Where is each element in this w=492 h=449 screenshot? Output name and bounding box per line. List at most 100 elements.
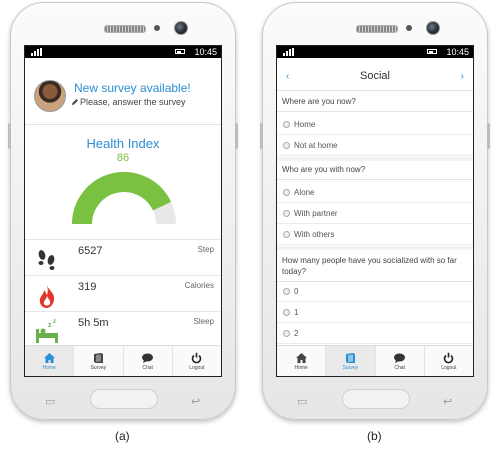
option-label: Home bbox=[294, 120, 316, 129]
back-softkey[interactable]: ↩ bbox=[191, 395, 200, 408]
nav-survey[interactable]: Survey bbox=[74, 346, 124, 376]
menu-softkey[interactable]: ▭ bbox=[45, 395, 55, 408]
metric-label-steps: Step bbox=[197, 245, 214, 254]
radio-button[interactable] bbox=[283, 189, 290, 197]
front-camera bbox=[426, 21, 440, 35]
option-label: 0 bbox=[294, 287, 299, 296]
bottom-nav: Home Survey Chat Logout bbox=[277, 345, 473, 376]
metric-row-steps: 6527 Step bbox=[25, 239, 221, 276]
option-with-partner[interactable]: With partner bbox=[277, 204, 473, 224]
option-label: Not at home bbox=[294, 141, 338, 150]
radio-button[interactable] bbox=[283, 309, 290, 317]
metric-value-calories: 319 bbox=[78, 281, 97, 293]
radio-button[interactable] bbox=[283, 142, 290, 150]
option-not-at-home[interactable]: Not at home bbox=[277, 136, 473, 156]
footprints-icon bbox=[38, 250, 55, 270]
notification-title: New survey available! bbox=[74, 81, 191, 95]
nav-chat-label: Chat bbox=[394, 364, 405, 371]
option-alone[interactable]: Alone bbox=[277, 183, 473, 203]
radio-button[interactable] bbox=[283, 288, 290, 296]
hardware-home-button[interactable] bbox=[342, 389, 410, 409]
book-icon bbox=[345, 352, 355, 363]
status-bar: 10:45 bbox=[277, 46, 473, 58]
nav-survey-label: Survey bbox=[342, 364, 359, 371]
next-section-button[interactable]: › bbox=[461, 71, 464, 82]
svg-text:z: z bbox=[53, 319, 56, 325]
option-label: Alone bbox=[294, 188, 315, 197]
power-icon bbox=[444, 352, 454, 363]
option-label: With partner bbox=[294, 209, 338, 218]
option-count-0[interactable]: 0 bbox=[277, 282, 473, 302]
nav-logout[interactable]: Logout bbox=[425, 346, 473, 376]
speaker-grille bbox=[356, 25, 398, 33]
radio-button[interactable] bbox=[283, 231, 290, 239]
nav-home-label: Home bbox=[294, 364, 308, 371]
gauge-fill bbox=[72, 172, 172, 225]
section-divider bbox=[277, 246, 473, 250]
radio-button[interactable] bbox=[283, 210, 290, 218]
chat-icon bbox=[394, 353, 406, 363]
nav-home[interactable]: Home bbox=[277, 346, 327, 376]
nav-home-label: Home bbox=[42, 364, 56, 371]
power-side-button bbox=[235, 123, 238, 149]
nav-logout-label: Logout bbox=[441, 364, 457, 371]
metric-value-steps: 6527 bbox=[78, 245, 103, 257]
nav-logout[interactable]: Logout bbox=[173, 346, 221, 376]
notification-subtitle: Please, answer the survey bbox=[71, 97, 186, 107]
bed-sleep-icon: z z bbox=[36, 319, 58, 343]
survey-section-title: Social bbox=[360, 70, 390, 82]
metric-label-sleep: Sleep bbox=[193, 317, 214, 326]
volume-button bbox=[260, 123, 263, 149]
front-camera bbox=[174, 21, 188, 35]
survey-header: ‹ Social › bbox=[277, 62, 473, 91]
phone-a: 10:45 New survey available! Please, answ… bbox=[8, 2, 238, 420]
nav-chat[interactable]: Chat bbox=[376, 346, 425, 376]
chat-icon bbox=[142, 353, 154, 363]
signal-icon bbox=[31, 48, 42, 56]
book-icon bbox=[93, 352, 103, 363]
back-softkey[interactable]: ↩ bbox=[443, 395, 452, 408]
flame-icon bbox=[39, 285, 55, 308]
radio-button[interactable] bbox=[283, 121, 290, 129]
caption-b: (b) bbox=[367, 429, 382, 443]
volume-button bbox=[8, 123, 11, 149]
option-count-1[interactable]: 1 bbox=[277, 303, 473, 323]
question-company: Who are you with now? bbox=[277, 164, 473, 180]
status-time: 10:45 bbox=[446, 47, 469, 57]
status-bar: 10:45 bbox=[25, 46, 221, 58]
hardware-home-button[interactable] bbox=[90, 389, 158, 409]
metric-value-sleep: 5h 5m bbox=[78, 317, 109, 329]
metric-label-calories: Calories bbox=[184, 281, 214, 290]
nav-logout-label: Logout bbox=[189, 364, 205, 371]
signal-icon bbox=[283, 48, 294, 56]
sensor-dot bbox=[406, 25, 412, 31]
status-time: 10:45 bbox=[194, 47, 217, 57]
phone-b: 10:45 ‹ Social › Where are you now? Home… bbox=[260, 2, 490, 420]
svg-text:z: z bbox=[48, 322, 52, 329]
option-with-others[interactable]: With others bbox=[277, 225, 473, 245]
health-gauge bbox=[72, 172, 176, 225]
battery-icon bbox=[175, 49, 185, 54]
nav-survey-label: Survey bbox=[90, 364, 107, 371]
speaker-grille bbox=[104, 25, 146, 33]
survey-notification[interactable]: New survey available! Please, answer the… bbox=[25, 68, 221, 125]
bottom-nav: Home Survey Chat Logout bbox=[25, 345, 221, 376]
metric-row-sleep: z z 5h 5m Sleep bbox=[25, 311, 221, 348]
question-socialized-count: How many people have you socialized with… bbox=[277, 253, 473, 282]
option-home[interactable]: Home bbox=[277, 115, 473, 135]
question-location: Where are you now? bbox=[277, 96, 473, 112]
option-count-2[interactable]: 2 bbox=[277, 324, 473, 344]
sensor-dot bbox=[154, 25, 160, 31]
section-divider bbox=[277, 157, 473, 161]
nav-chat-label: Chat bbox=[142, 364, 153, 371]
option-label: 2 bbox=[294, 329, 299, 338]
nav-survey[interactable]: Survey bbox=[326, 346, 376, 376]
option-label: With others bbox=[294, 230, 335, 239]
radio-button[interactable] bbox=[283, 330, 290, 338]
health-index-value: 86 bbox=[116, 152, 130, 164]
battery-icon bbox=[427, 49, 437, 54]
nav-home[interactable]: Home bbox=[25, 346, 75, 376]
nav-chat[interactable]: Chat bbox=[124, 346, 173, 376]
metric-row-calories: 319 Calories bbox=[25, 275, 221, 312]
menu-softkey[interactable]: ▭ bbox=[297, 395, 307, 408]
